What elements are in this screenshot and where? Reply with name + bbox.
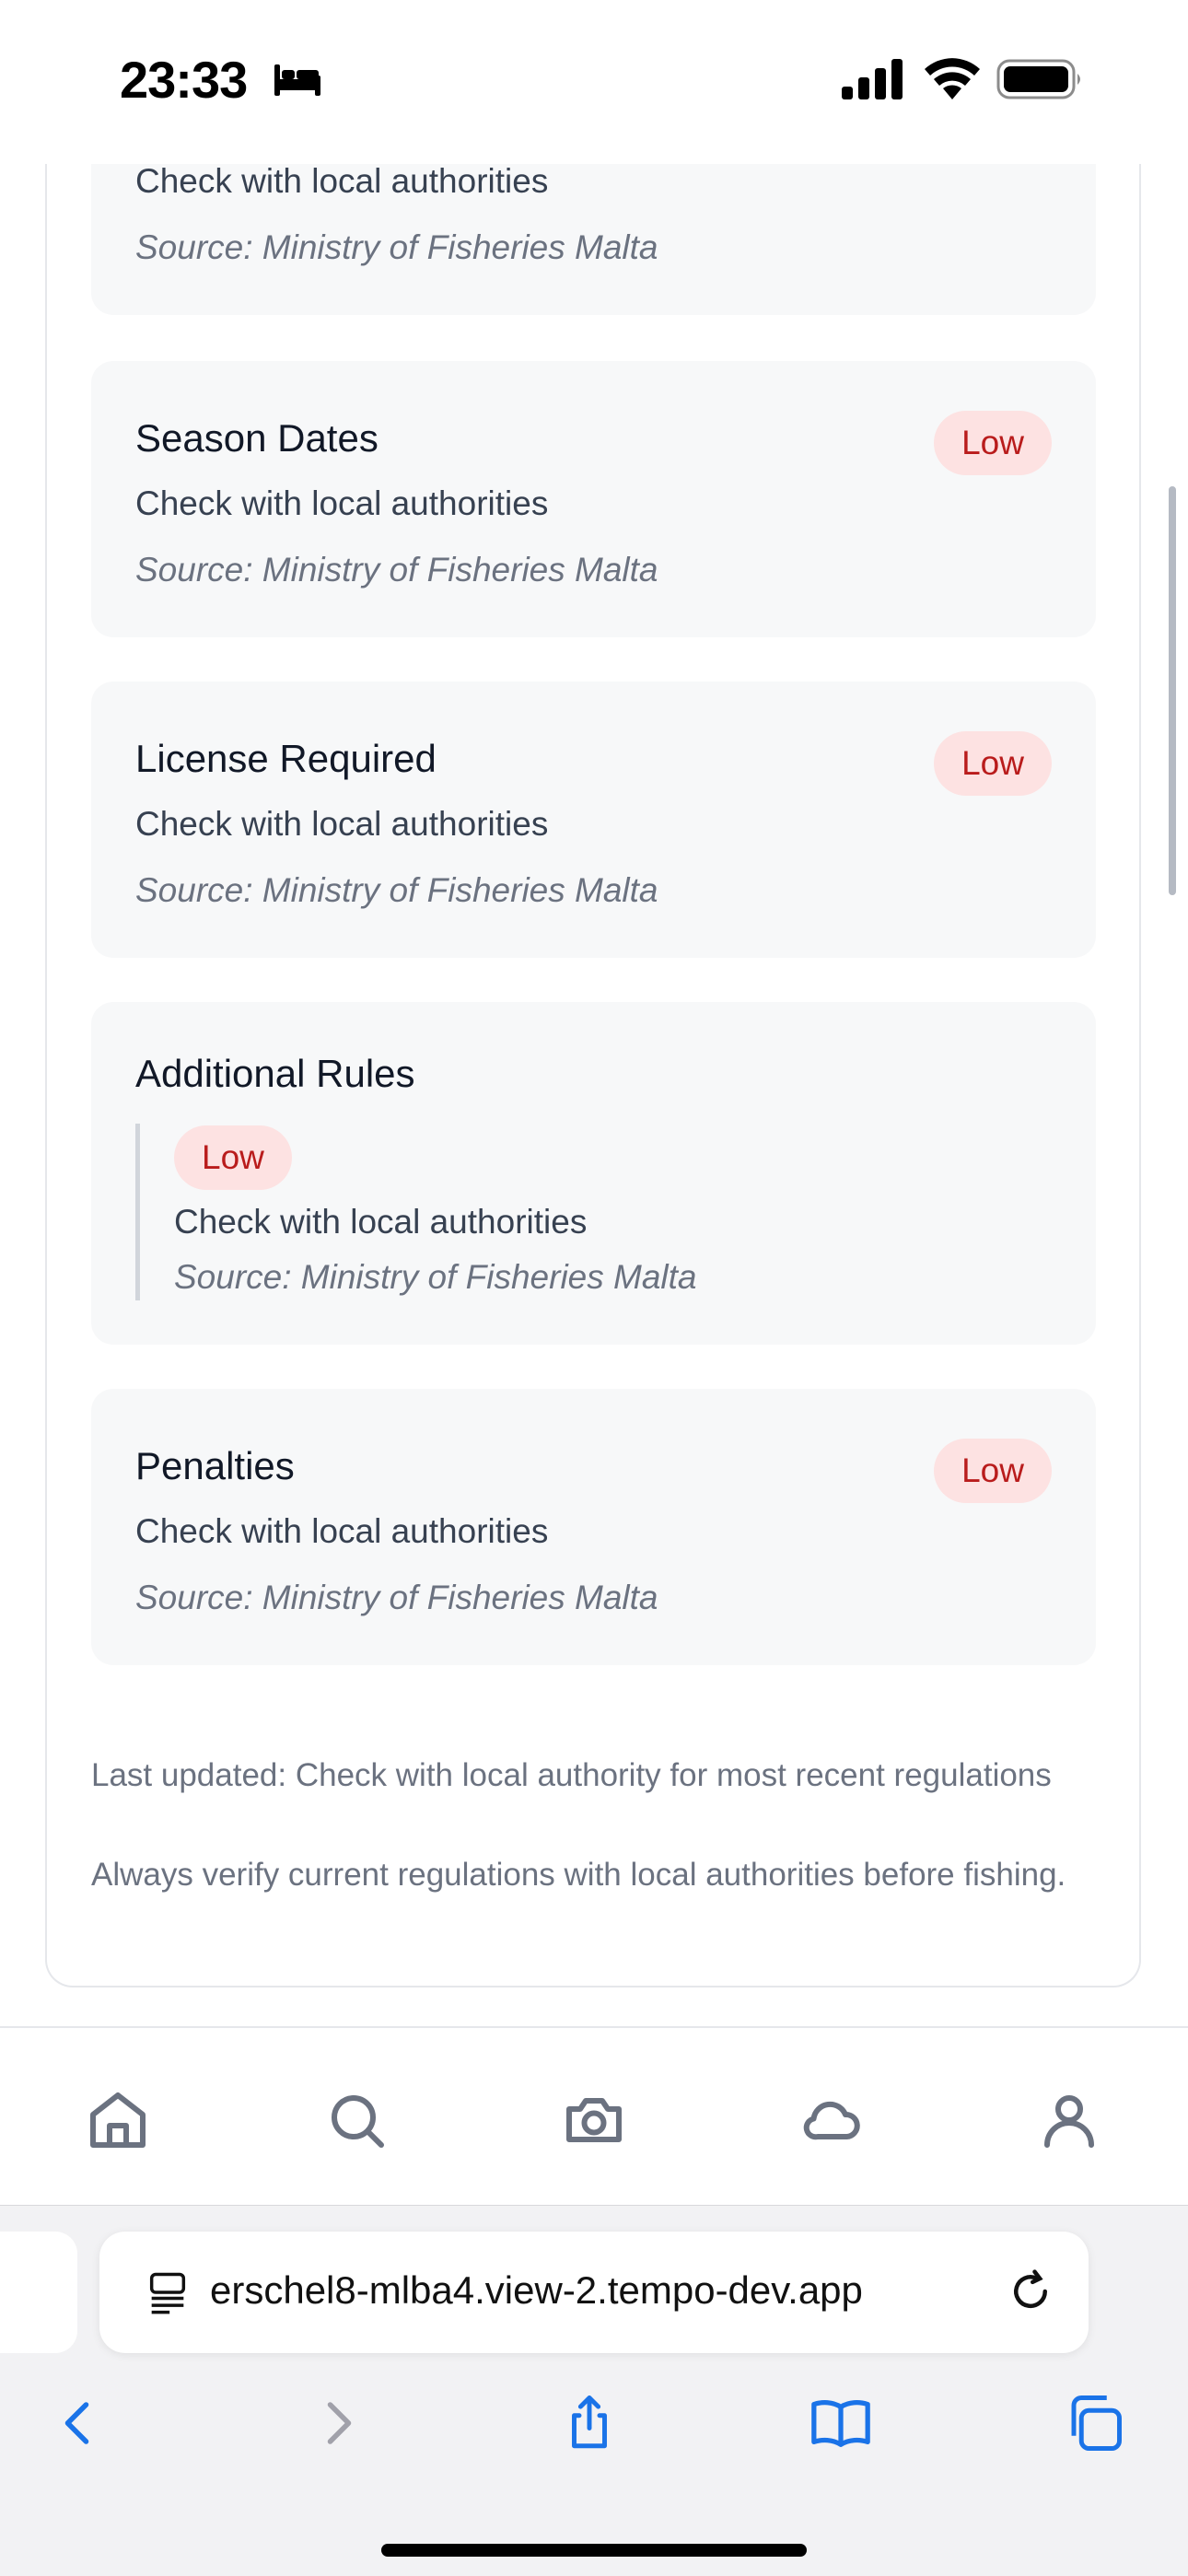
- browser-toolbar: erschel8-mlba4.view-2.tempo-dev.app: [0, 2205, 1188, 2576]
- scrollbar[interactable]: [1169, 486, 1176, 895]
- nav-camera-button[interactable]: [557, 2083, 631, 2157]
- cloud-icon: [803, 2101, 860, 2140]
- severity-badge: Low: [934, 411, 1052, 475]
- regulation-value: Check with local authorities: [135, 484, 549, 522]
- nav-search-button[interactable]: [320, 2083, 393, 2157]
- rule-divider: [135, 1124, 140, 1300]
- regulation-title: License Required: [135, 737, 437, 780]
- bottom-nav: [0, 2026, 1188, 2207]
- regulation-source: Source: Ministry of Fisheries Malta: [135, 871, 658, 909]
- home-indicator[interactable]: [381, 2544, 807, 2557]
- bookmarks-button[interactable]: [804, 2386, 878, 2460]
- tabs-icon: [1071, 2395, 1122, 2451]
- last-updated-note: Last updated: Check with local authority…: [91, 1757, 1052, 1793]
- search-icon: [332, 2095, 384, 2148]
- camera-icon: [566, 2098, 622, 2142]
- back-icon: [64, 2402, 89, 2444]
- regulation-value: Check with local authorities: [135, 162, 549, 200]
- previous-tab-preview[interactable]: [0, 2232, 77, 2353]
- forward-icon: [327, 2402, 352, 2444]
- regulation-value: Check with local authorities: [135, 1512, 549, 1550]
- share-button[interactable]: [553, 2386, 626, 2460]
- regulation-source: Source: Ministry of Fisheries Malta: [135, 228, 658, 266]
- regulation-source: Source: Ministry of Fisheries Malta: [135, 1579, 658, 1616]
- regulation-card-penalties: Penalties Low Check with local authoriti…: [91, 1389, 1096, 1665]
- tabs-button[interactable]: [1057, 2386, 1131, 2460]
- bookmarks-icon: [811, 2400, 870, 2447]
- regulation-title: Season Dates: [135, 416, 379, 460]
- status-time: 23:33: [120, 51, 248, 109]
- severity-badge: Low: [174, 1125, 292, 1190]
- nav-profile-button[interactable]: [1032, 2083, 1106, 2157]
- nav-weather-button[interactable]: [795, 2083, 868, 2157]
- regulation-title: Penalties: [135, 1444, 295, 1487]
- status-bar: 23:33: [0, 0, 1188, 164]
- url-text[interactable]: erschel8-mlba4.view-2.tempo-dev.app: [210, 2268, 993, 2313]
- regulation-card-season-dates: Season Dates Low Check with local author…: [91, 361, 1096, 637]
- reload-icon[interactable]: [1006, 2267, 1055, 2316]
- regulation-card-additional-rules: Additional Rules Low Check with local au…: [91, 1002, 1096, 1345]
- user-icon: [1044, 2095, 1094, 2148]
- nav-home-button[interactable]: [81, 2083, 155, 2157]
- severity-badge: Low: [934, 1439, 1052, 1503]
- bed-icon: [274, 64, 320, 96]
- regulation-card-previous: Check with local authorities Source: Min…: [91, 138, 1096, 315]
- severity-badge: Low: [934, 731, 1052, 796]
- battery-icon: [996, 59, 1080, 99]
- home-icon: [90, 2092, 146, 2148]
- address-bar[interactable]: erschel8-mlba4.view-2.tempo-dev.app: [99, 2232, 1089, 2353]
- regulation-value: Check with local authorities: [135, 805, 549, 843]
- regulation-card-license-required: License Required Low Check with local au…: [91, 682, 1096, 958]
- reader-mode-icon[interactable]: [144, 2268, 192, 2316]
- cellular-signal-icon: [842, 59, 903, 99]
- back-button[interactable]: [42, 2386, 116, 2460]
- disclaimer-note: Always verify current regulations with l…: [91, 1857, 1066, 1893]
- wifi-icon: [925, 58, 980, 99]
- regulation-title: Additional Rules: [135, 1052, 415, 1095]
- regulation-source: Source: Ministry of Fisheries Malta: [174, 1258, 697, 1296]
- share-icon: [572, 2395, 607, 2449]
- regulation-value: Check with local authorities: [174, 1203, 588, 1241]
- forward-button[interactable]: [300, 2386, 374, 2460]
- regulation-source: Source: Ministry of Fisheries Malta: [135, 551, 658, 589]
